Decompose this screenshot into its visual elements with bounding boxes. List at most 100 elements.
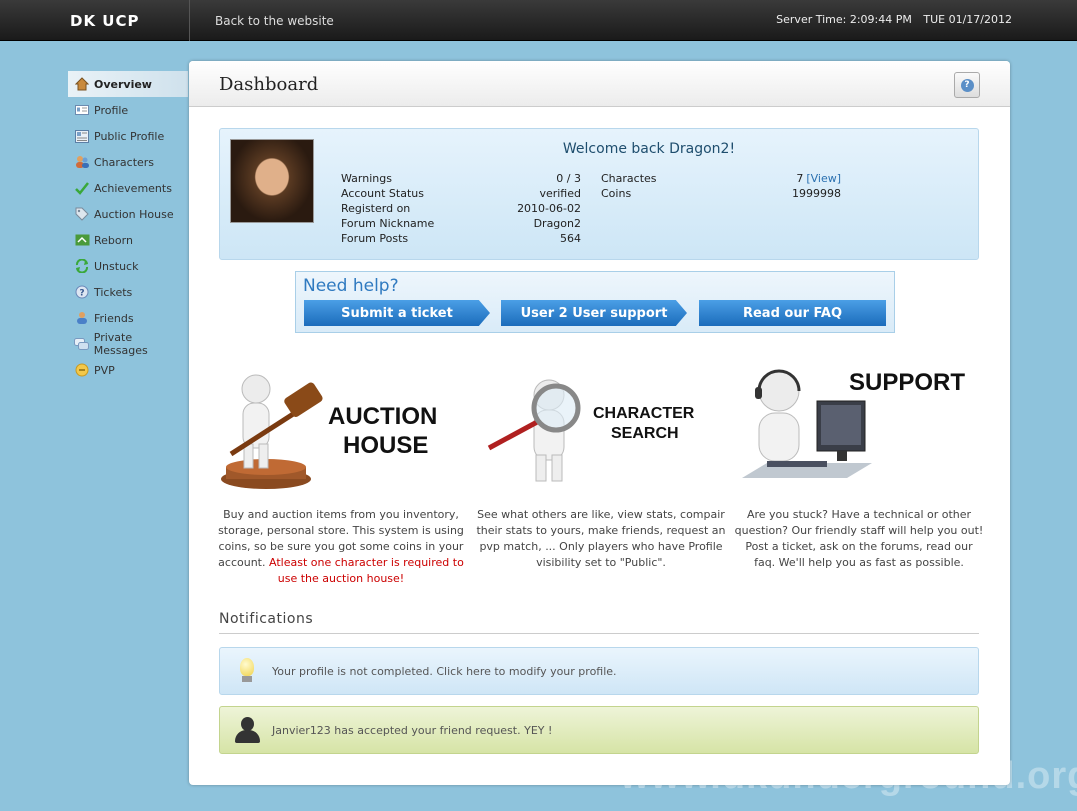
magnifier-figure-icon — [487, 379, 581, 482]
back-to-website-link[interactable]: Back to the website — [215, 14, 334, 28]
user-icon — [232, 715, 262, 745]
public-profile-icon — [74, 128, 90, 144]
user-support-button[interactable]: User 2 User support — [501, 300, 687, 326]
character-search-illustration[interactable]: CHARACTER SEARCH — [476, 361, 726, 501]
tag-icon — [74, 206, 90, 222]
question-icon: ? — [960, 78, 974, 92]
sidebar-nav: Overview Profile Public Profile Characte… — [68, 71, 188, 383]
stat-label: Warnings — [341, 172, 392, 185]
server-date: TUE 01/17/2012 — [923, 13, 1012, 26]
auction-house-feature[interactable]: AUCTION HOUSE Buy and auction items from… — [216, 361, 466, 585]
top-bar: DK UCP Back to the website Server Time: … — [0, 0, 1077, 41]
friends-icon — [74, 310, 90, 326]
page-title: Dashboard — [219, 74, 319, 95]
id-card-icon — [74, 102, 90, 118]
feature-heading: SEARCH — [611, 425, 679, 442]
characters-icon — [74, 154, 90, 170]
stat-value: 1999998 — [792, 187, 841, 200]
sidebar-item-label: Public Profile — [94, 129, 165, 143]
support-illustration[interactable]: SUPPORT — [734, 361, 984, 501]
welcome-title: Welcome back Dragon2! — [562, 141, 736, 157]
auction-house-illustration[interactable]: AUCTION HOUSE — [216, 361, 466, 501]
characters-count: 7 — [796, 172, 804, 185]
stat-label: Forum Posts — [341, 232, 409, 245]
server-time-label: Server Time: 2:09:44 PM — [776, 13, 912, 26]
sidebar-item-public-profile[interactable]: Public Profile — [68, 123, 188, 149]
stat-row: Account Status verified — [341, 187, 581, 202]
sidebar-item-label: Reborn — [94, 233, 133, 247]
brand-logo[interactable]: DK UCP — [0, 0, 190, 41]
sidebar-item-tickets[interactable]: ? Tickets — [68, 279, 188, 305]
sidebar-item-auction-house[interactable]: Auction House — [68, 201, 188, 227]
read-faq-button[interactable]: Read our FAQ — [699, 300, 886, 326]
main-header: Dashboard ? — [189, 61, 1010, 107]
reborn-icon — [74, 232, 90, 248]
sidebar-item-label: Auction House — [94, 207, 174, 221]
stat-value: 0 / 3 — [556, 172, 581, 185]
stat-label: Coins — [601, 187, 632, 200]
sidebar-item-label: Private Messages — [93, 331, 148, 357]
need-help-banner: Need help? Submit a ticket User 2 User s… — [295, 271, 895, 333]
submit-ticket-button[interactable]: Submit a ticket — [304, 300, 490, 326]
stat-row: Coins 1999998 — [601, 187, 841, 202]
lightbulb-icon — [232, 656, 262, 686]
sidebar-item-characters[interactable]: Characters — [68, 149, 188, 175]
sidebar-item-private-messages[interactable]: Private Messages — [68, 331, 188, 357]
feature-heading: AUCTION — [328, 403, 438, 430]
sidebar-item-label: Unstuck — [94, 259, 139, 273]
sidebar-item-label: Friends — [94, 311, 134, 325]
server-time: Server Time: 2:09:44 PM TUE 01/17/2012 — [768, 13, 1012, 26]
view-characters-link[interactable]: [View] — [806, 172, 841, 185]
pvp-icon — [74, 362, 90, 378]
feature-heading: CHARACTER — [593, 405, 695, 422]
sidebar-item-reborn[interactable]: Reborn — [68, 227, 188, 253]
stat-row: Registerd on 2010-06-02 — [341, 202, 581, 217]
sidebar-item-friends[interactable]: Friends — [68, 305, 188, 331]
feature-heading: HOUSE — [343, 432, 429, 459]
feature-heading: SUPPORT — [849, 369, 966, 396]
account-stats: Warnings 0 / 3 Account Status verified Reg… — [341, 172, 581, 247]
home-icon — [74, 76, 90, 92]
main-panel: Dashboard ? Welcome back Dragon2! Warnin… — [189, 61, 1010, 785]
sidebar-item-pvp[interactable]: PVP — [68, 357, 188, 383]
game-stats: Charactes 7 [View] Coins 1999998 — [601, 172, 841, 202]
stat-value: 2010-06-02 — [517, 202, 581, 215]
stat-value: 7 [View] — [796, 172, 841, 187]
question-icon: ? — [74, 284, 90, 300]
feature-description: See what others are like, view stats, co… — [476, 508, 726, 569]
sidebar-item-label: Achievements — [94, 181, 172, 195]
stat-label: Charactes — [601, 172, 657, 185]
sidebar-item-overview[interactable]: Overview — [68, 71, 188, 97]
help-button[interactable]: ? — [954, 72, 980, 98]
stat-label: Registerd on — [341, 202, 411, 215]
support-feature[interactable]: SUPPORT Are you stuck? Have a technical … — [734, 361, 984, 569]
unstuck-icon — [74, 258, 90, 274]
notification-friend-accepted[interactable]: Janvier123 has accepted your friend requ… — [219, 706, 979, 754]
feature-description: Are you stuck? Have a technical or other… — [734, 508, 984, 569]
stat-row: Forum Nickname Dragon2 — [341, 217, 581, 232]
stat-value: 564 — [560, 232, 581, 245]
sidebar-item-unstuck[interactable]: Unstuck — [68, 253, 188, 279]
checkmark-icon — [74, 180, 90, 196]
sidebar-item-label: Profile — [94, 103, 129, 117]
auction-warning-text: Atleast one character is required to use… — [269, 556, 464, 585]
feature-description: Buy and auction items from you inventory… — [216, 507, 466, 587]
stat-row: Charactes 7 [View] — [601, 172, 841, 187]
stat-row: Forum Posts 564 — [341, 232, 581, 247]
stat-value: verified — [539, 187, 581, 200]
sidebar-item-label: PVP — [94, 363, 115, 377]
stat-row: Warnings 0 / 3 — [341, 172, 581, 187]
need-help-title: Need help? — [303, 276, 399, 296]
notification-profile-incomplete[interactable]: Your profile is not completed. Click her… — [219, 647, 979, 695]
watermark: www.dkunderground.org — [620, 755, 1077, 797]
sidebar-item-profile[interactable]: Profile — [68, 97, 188, 123]
character-search-feature[interactable]: CHARACTER SEARCH See what others are lik… — [476, 361, 726, 569]
sidebar-item-label: Overview — [94, 77, 152, 91]
stat-label: Account Status — [341, 187, 424, 200]
welcome-box: Welcome back Dragon2! Warnings 0 / 3 Acco… — [219, 128, 979, 260]
notification-text: Your profile is not completed. Click her… — [272, 664, 617, 678]
svg-text:?: ? — [79, 289, 84, 299]
sidebar-item-achievements[interactable]: Achievements — [68, 175, 188, 201]
messages-icon — [74, 336, 90, 352]
sidebar-item-label: Tickets — [94, 285, 133, 299]
